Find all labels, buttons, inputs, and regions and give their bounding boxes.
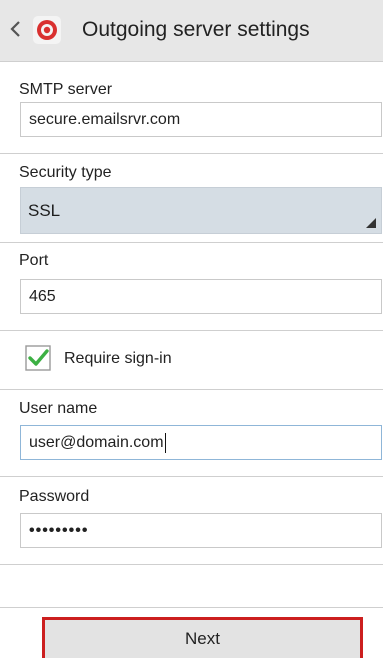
security-type-value: SSL (28, 201, 61, 220)
divider (0, 389, 383, 390)
divider (0, 242, 383, 243)
smtp-server-label: SMTP server (19, 81, 113, 98)
require-signin-label: Require sign-in (64, 350, 172, 367)
divider (0, 476, 383, 477)
page-title: Outgoing server settings (82, 18, 310, 41)
email-app-icon (33, 16, 61, 44)
port-label: Port (19, 252, 49, 269)
security-type-label: Security type (19, 164, 112, 181)
next-button[interactable]: Next (42, 617, 363, 658)
divider (0, 153, 383, 154)
divider (0, 564, 383, 565)
text-cursor (164, 432, 166, 453)
app-header: Outgoing server settings (0, 0, 383, 62)
password-label: Password (19, 488, 90, 505)
port-field[interactable]: 465 (20, 279, 382, 314)
username-field[interactable]: user@domain.com (20, 425, 382, 460)
username-value: user@domain.com (29, 434, 164, 451)
divider (0, 607, 383, 608)
username-label: User name (19, 400, 98, 417)
divider (0, 330, 383, 331)
dropdown-arrow-icon (366, 218, 376, 228)
require-signin-checkbox[interactable] (25, 345, 51, 371)
smtp-server-field[interactable]: secure.emailsrvr.com (20, 102, 382, 137)
chevron-left-icon[interactable] (6, 17, 24, 41)
password-field[interactable]: ••••••••• (20, 513, 382, 548)
security-type-dropdown[interactable]: SSL (20, 187, 382, 234)
